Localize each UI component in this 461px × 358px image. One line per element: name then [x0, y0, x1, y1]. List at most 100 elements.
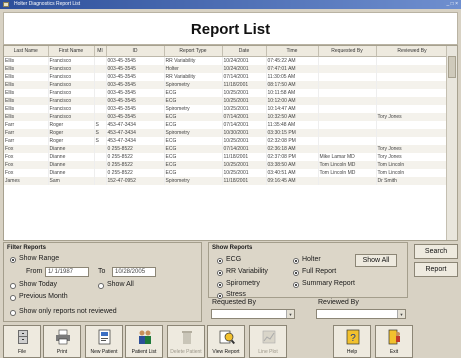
column-header[interactable]: Time [266, 46, 319, 57]
summary-report-label: Summary Report [302, 280, 355, 287]
toolbar-button-line-plot[interactable]: Line Plot [249, 325, 287, 358]
from-date-input[interactable]: 1/ 1/1987 [45, 267, 89, 277]
table-cell: Tom Lincoln [376, 161, 449, 169]
help-icon: ? [345, 329, 361, 345]
table-row[interactable]: Ellis Francisco 003-45-3545 Spirometry 10/25… [4, 105, 449, 113]
rr-variability-label: RR Variability [226, 268, 268, 275]
printer-icon [55, 329, 71, 345]
table-header-row: Last Name First Name MI ID Report Type Date Ti… [4, 46, 449, 57]
table-cell [318, 129, 377, 137]
table-cell: Fox [4, 153, 49, 161]
table-row[interactable]: Farr Roger S 453-47-3434 ECG 07/14/2001 11:35:… [4, 121, 449, 129]
toolbar-button-view-report[interactable]: View Report [207, 325, 245, 358]
column-header[interactable]: ID [106, 46, 165, 57]
search-button[interactable]: Search [414, 244, 458, 259]
holter-checkbox[interactable] [293, 258, 299, 264]
table-cell: Spirometry [164, 105, 223, 113]
toolbar-button-delete-patient[interactable]: Delete Patient [167, 325, 205, 358]
show-all-reports-button[interactable]: Show All [355, 254, 397, 267]
table-cell: Ellis [4, 65, 49, 73]
toolbar-button-label: Print [56, 349, 68, 355]
column-header[interactable]: Reviewed By [376, 46, 449, 57]
reviewed-by-select[interactable]: ▼ [316, 309, 406, 319]
report-table[interactable]: Last Name First Name MI ID Report Type Date Ti… [3, 45, 458, 241]
window-controls[interactable]: _ □ × [447, 0, 459, 9]
table-row[interactable]: Ellis Francisco 003-45-3545 RR Variability 1… [4, 56, 449, 65]
column-header[interactable]: Report Type [164, 46, 223, 57]
table-cell: Francisco [48, 89, 95, 97]
show-today-radio[interactable] [10, 283, 16, 289]
table-row[interactable]: Fox Dianne 0 255-8522 ECG 07/14/2001 02:36:18… [4, 145, 449, 153]
report-button[interactable]: Report [414, 262, 458, 277]
toolbar-button-exit[interactable]: Exit [375, 325, 413, 358]
cabinet-icon [15, 329, 31, 345]
spirometry-label: Spirometry [226, 280, 260, 287]
table-row[interactable]: James Sam 152-47-0952 Spirometry 11/18/2001 0… [4, 177, 449, 185]
table-cell: Ellis [4, 113, 49, 121]
full-report-radio[interactable] [293, 270, 299, 276]
table-cell: Fox [4, 161, 49, 169]
table-row[interactable]: Fox Dianne 0 255-8522 ECG 10/25/2001 03:38:50… [4, 161, 449, 169]
svg-text:?: ? [350, 333, 356, 344]
table-cell: 0 255-8522 [106, 145, 165, 153]
table-cell: Dianne [48, 145, 95, 153]
scrollbar-thumb[interactable] [448, 56, 456, 78]
table-cell: Ellis [4, 89, 49, 97]
spirometry-checkbox[interactable] [217, 282, 223, 288]
column-header[interactable]: Requested By [318, 46, 377, 57]
toolbar-button-label: Delete Patient [170, 349, 202, 355]
table-row[interactable]: Fox Dianne 0 255-8522 ECG 11/18/2001 02:37:08… [4, 153, 449, 161]
ecg-checkbox[interactable] [217, 258, 223, 264]
chevron-down-icon[interactable]: ▼ [397, 310, 405, 318]
table-cell: Farr [4, 137, 49, 145]
table-scrollbar[interactable] [446, 46, 457, 240]
table-cell [376, 97, 449, 105]
table-cell: 07/14/2001 [222, 145, 267, 153]
table-row[interactable]: Ellis Francisco 003-45-3545 Holter 10/24/200… [4, 65, 449, 73]
table-cell [376, 137, 449, 145]
table-cell: 11:35:48 AM [266, 121, 319, 129]
table-cell [94, 113, 107, 121]
table-row[interactable]: Ellis Francisco 003-45-3545 ECG 07/14/2001 10… [4, 113, 449, 121]
table-cell [94, 56, 107, 65]
table-cell: Holter [164, 65, 223, 73]
full-report-label: Full Report [302, 268, 337, 275]
table-cell [318, 113, 377, 121]
not-reviewed-checkbox[interactable] [10, 310, 16, 316]
toolbar-button-new-patient[interactable]: New Patient [85, 325, 123, 358]
table-cell: Francisco [48, 113, 95, 121]
column-header[interactable]: MI [94, 46, 107, 57]
chevron-down-icon[interactable]: ▼ [286, 310, 294, 318]
table-cell: Farr [4, 121, 49, 129]
table-row[interactable]: Ellis Francisco 003-45-3545 RR Variability 0… [4, 73, 449, 81]
column-header[interactable]: Date [222, 46, 267, 57]
toolbar-button-file[interactable]: File [3, 325, 41, 358]
toolbar-button-help[interactable]: ? Help [333, 325, 371, 358]
table-cell: 453-47-3434 [106, 121, 165, 129]
table-row[interactable]: Ellis Francisco 003-45-3545 ECG 10/25/2001 10… [4, 89, 449, 97]
show-range-radio[interactable] [10, 257, 16, 263]
summary-report-radio[interactable] [293, 282, 299, 288]
bottom-toolbar: File Print New Patient Patient List Delete P… [3, 325, 458, 358]
toolbar-button-patient-list[interactable]: Patient List [125, 325, 163, 358]
title-bar: Holter Diagnostics Report List _ □ × [0, 0, 461, 9]
show-all-radio[interactable] [98, 283, 104, 289]
requested-by-select[interactable]: ▼ [211, 309, 295, 319]
table-cell [94, 177, 107, 185]
table-row[interactable]: Farr Roger S 453-47-3434 ECG 10/25/2001 02:32:… [4, 137, 449, 145]
table-cell: Fox [4, 145, 49, 153]
column-header[interactable]: Last Name [4, 46, 49, 57]
table-cell: Tory Jones [376, 145, 449, 153]
table-row[interactable]: Farr Roger S 453-47-3434 Spirometry 10/30/200… [4, 129, 449, 137]
rr-variability-checkbox[interactable] [217, 270, 223, 276]
to-date-input[interactable]: 10/28/2005 [112, 267, 156, 277]
table-row[interactable]: Ellis Francisco 003-45-3545 ECG 10/25/2001 10… [4, 97, 449, 105]
table-row[interactable]: Fox Dianne 0 255-8522 ECG 10/25/2001 03:40:51… [4, 169, 449, 177]
table-cell: Mike Lamar MD [318, 153, 377, 161]
table-cell: 0 255-8522 [106, 153, 165, 161]
toolbar-button-print[interactable]: Print [43, 325, 81, 358]
table-cell [376, 129, 449, 137]
previous-month-radio[interactable] [10, 295, 16, 301]
column-header[interactable]: First Name [48, 46, 95, 57]
table-row[interactable]: Ellis Francisco 003-45-3545 Spirometry 11/18… [4, 81, 449, 89]
